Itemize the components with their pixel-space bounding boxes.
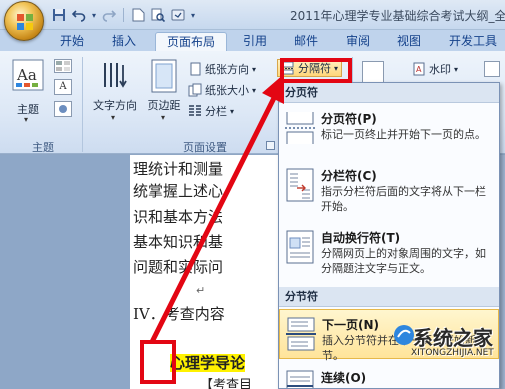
tab-view[interactable]: 视图 [389, 32, 429, 51]
margins-icon [151, 59, 177, 93]
tab-home[interactable]: 开始 [52, 32, 92, 51]
orientation-button[interactable]: 纸张方向 ▾ [188, 61, 256, 77]
paragraph-mark-icon: ↵ [196, 284, 206, 297]
dropdown-icon[interactable]: ▾ [90, 6, 98, 24]
new-document-icon[interactable] [129, 6, 147, 24]
tab-developer[interactable]: 开发工具 [442, 32, 504, 51]
customize-toolbar-icon[interactable]: ▾ [189, 6, 197, 24]
document-subline: 【考查目 [200, 378, 253, 389]
redo-icon[interactable] [100, 6, 118, 24]
tab-mailings[interactable]: 邮件 [285, 32, 327, 51]
next-page-section-icon [286, 317, 316, 351]
menu-item-text-wrapping-break[interactable]: 自动换行符(T) 分隔网页上的对象周围的文字，如分隔题注文字与正文。 [279, 223, 499, 285]
orientation-label: 纸张方向 [205, 63, 249, 76]
menu-item-description: 标记一页终止并开始下一页的点。 [321, 128, 486, 141]
document-line: 基本知识和基 [133, 233, 224, 251]
highlighted-heading: 心理学导论 [170, 352, 246, 373]
document-heading: IV．考查内容 [133, 305, 225, 323]
theme-fonts-button[interactable]: A [54, 79, 72, 95]
chevron-down-icon: ▾ [230, 106, 235, 116]
margins-button[interactable]: 页边距 ▾ [144, 57, 184, 129]
svg-text:A: A [416, 65, 422, 74]
menu-item-title: 连续(O) [321, 371, 367, 385]
document-line: 问题和实际问 [133, 258, 224, 276]
format-painter-icon[interactable] [169, 6, 187, 24]
quick-access-toolbar: ▾ ▾ [50, 5, 197, 25]
watermark-icon: A [413, 62, 425, 76]
document-line: 统掌握上述心 [133, 182, 224, 200]
chevron-down-icon: ▾ [24, 115, 29, 124]
undo-icon[interactable] [70, 6, 88, 24]
text-direction-button[interactable]: 文字方向 ▾ [90, 57, 140, 129]
highlighted-text: 心理学导论 [170, 354, 246, 372]
section-section-breaks: 分节符 [279, 287, 499, 307]
orientation-icon [190, 62, 201, 76]
watermark-label: 水印 [429, 63, 451, 76]
window-title: 2011年心理学专业基础综合考试大纲_全 [290, 9, 505, 23]
menu-item-title: 自动换行符(T) [321, 231, 401, 245]
save-icon[interactable] [50, 6, 68, 24]
document-line: 理统计和测量 [133, 160, 224, 178]
margins-label: 页边距 [147, 99, 181, 112]
site-watermark: 系统之家 XITONGZHIJIA.NET [393, 320, 505, 364]
chevron-down-icon: ▾ [252, 64, 257, 74]
theme-effects-button[interactable] [54, 101, 72, 117]
tab-page-layout[interactable]: 页面布局 [155, 32, 227, 51]
themes-group-label: 主题 [32, 141, 54, 154]
theme-colors-button[interactable] [54, 59, 72, 73]
columns-button[interactable]: 分栏 ▾ [188, 103, 234, 119]
site-logo-icon [394, 325, 414, 345]
tab-review[interactable]: 审阅 [338, 32, 378, 51]
svg-text:Aa: Aa [16, 66, 37, 84]
themes-icon: Aa [12, 59, 44, 91]
annotation-box-breaks [280, 58, 352, 83]
chevron-down-icon: ▾ [454, 64, 459, 74]
menu-item-description: 分隔网页上的对象周围的文字，如分隔题注文字与正文。 [321, 247, 486, 275]
theme-effects-icon [59, 105, 67, 113]
menu-item-description: 指示分栏符后面的文字将从下一栏开始。 [321, 185, 486, 213]
page-color-icon[interactable] [484, 61, 500, 77]
annotation-box-cursor [140, 340, 176, 384]
theme-fonts-icon: A [59, 81, 67, 92]
menu-item-title: 分页符(P) [321, 112, 377, 126]
section-page-breaks: 分页符 [279, 83, 499, 103]
watermark-main-text: 系统之家 [413, 326, 493, 350]
group-separator [82, 57, 83, 152]
text-direction-label: 文字方向 [93, 99, 137, 112]
chevron-down-icon: ▾ [111, 113, 116, 122]
paper-size-icon [188, 83, 202, 97]
theme-colors-icon [56, 61, 70, 71]
left-margin [0, 155, 130, 389]
tab-insert[interactable]: 插入 [104, 32, 144, 51]
office-logo-icon [17, 14, 33, 30]
title-bar: ▾ ▾ 2011年心理学专业基础综合考试大纲_全 [0, 0, 505, 30]
size-button[interactable]: 纸张大小 ▾ [188, 82, 256, 98]
columns-label: 分栏 [205, 105, 227, 118]
page-setup-dialog-icon[interactable] [266, 141, 275, 150]
size-label: 纸张大小 [205, 84, 249, 97]
themes-button[interactable]: Aa 主题 ▾ [10, 57, 46, 124]
office-button[interactable] [4, 1, 44, 41]
watermark-sub-text: XITONGZHIJIA.NET [411, 348, 494, 358]
toolbar-separator [123, 8, 124, 22]
chevron-down-icon: ▾ [252, 85, 257, 95]
menu-item-column-break[interactable]: 分栏符(C) 指示分栏符后面的文字将从下一栏开始。 [279, 161, 499, 221]
menu-item-title: 分栏符(C) [321, 169, 377, 183]
continuous-section-icon [286, 370, 314, 388]
columns-icon [189, 105, 201, 116]
watermark-button[interactable]: A 水印 ▾ [412, 61, 458, 77]
print-preview-icon[interactable] [149, 6, 167, 24]
menu-item-continuous[interactable]: 连续(O) [279, 363, 499, 388]
menu-item-title: 下一页(N) [322, 318, 380, 332]
text-direction-icon [104, 63, 127, 88]
column-break-icon [286, 168, 314, 202]
page-break-icon [285, 112, 315, 144]
page-setup-group-label: 页面设置 [183, 141, 227, 154]
chevron-down-icon: ▾ [161, 113, 166, 122]
tab-references[interactable]: 引用 [235, 32, 275, 51]
menu-item-page-break[interactable]: 分页符(P) 标记一页终止并开始下一页的点。 [279, 104, 499, 159]
text-wrapping-break-icon [286, 230, 314, 264]
ribbon-tabs: 开始 插入 页面布局 引用 邮件 审阅 视图 开发工具 [0, 30, 505, 51]
document-line: 识和基本方法 [133, 208, 224, 226]
